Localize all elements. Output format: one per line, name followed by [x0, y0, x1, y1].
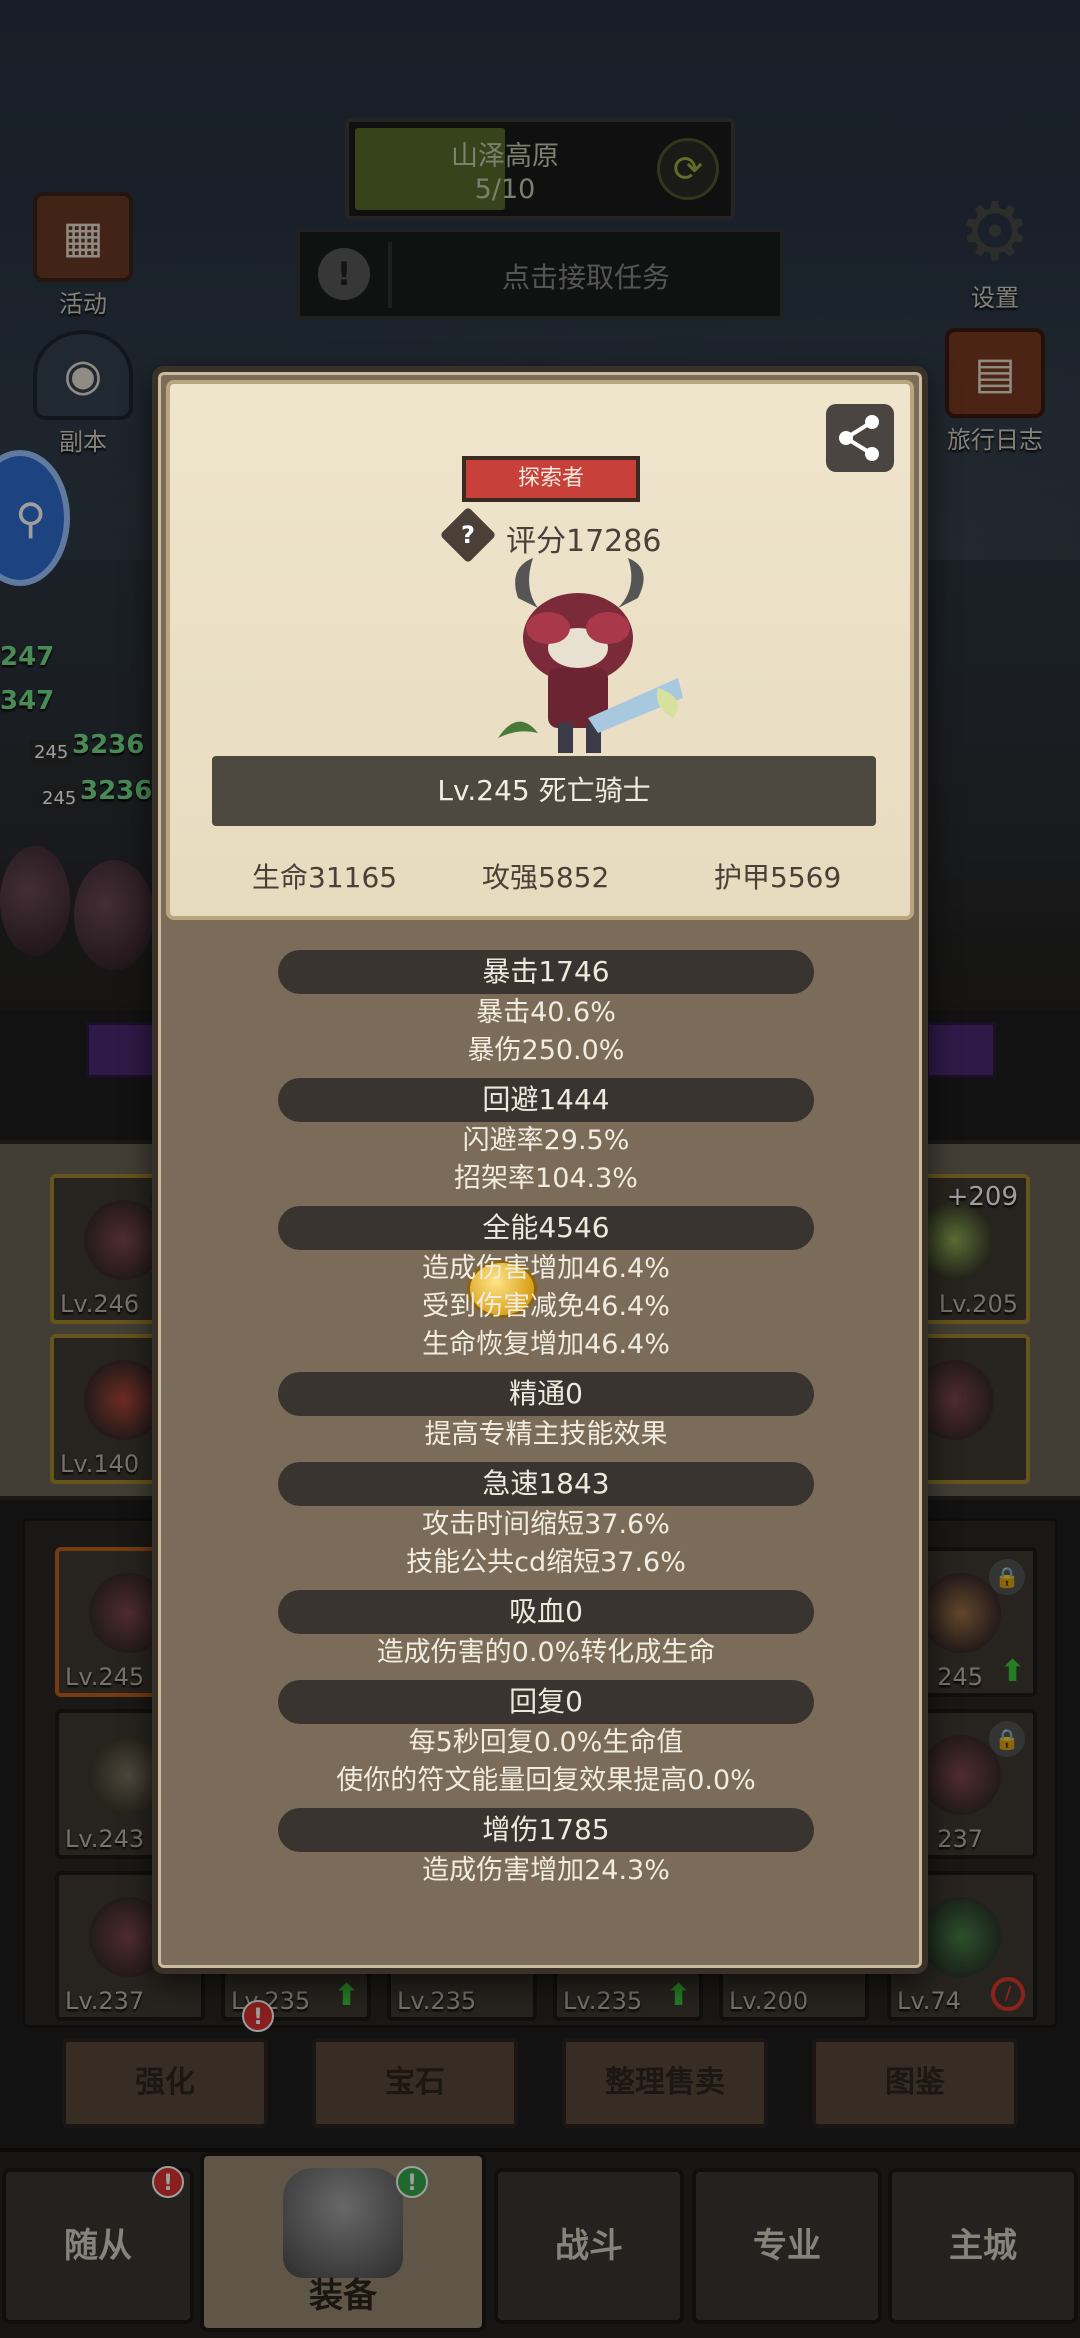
armor-stat: 护甲5569	[714, 861, 842, 894]
stat-group-header: 增伤1785	[278, 1808, 814, 1852]
stat-detail: 暴伤250.0%	[467, 1035, 625, 1066]
stat-list: 暴击1746 暴击40.6% 暴伤250.0% 回避1444 闪避率29.5% 招架率10…	[158, 942, 934, 1890]
hero-name: Lv.245 死亡骑士	[212, 756, 876, 826]
stat-group-header: 回避1444	[278, 1078, 814, 1122]
character-stats-modal: 探索者 ? 评分17286 Lv.245 死亡骑士 生命31165 攻强5852…	[152, 366, 928, 1974]
attack-stat: 攻强5852	[482, 861, 610, 894]
hp-stat: 生命31165	[252, 861, 398, 894]
character-card: 探索者 ? 评分17286 Lv.245 死亡骑士 生命31165 攻强5852…	[166, 380, 914, 920]
stat-detail: 生命恢复增加46.4%	[422, 1329, 670, 1360]
stat-detail: 造成伤害的0.0%转化成生命	[376, 1637, 716, 1668]
stat-detail: 暴击40.6%	[476, 997, 616, 1028]
stat-detail: 造成伤害增加24.3%	[422, 1855, 670, 1886]
help-icon[interactable]: ?	[439, 506, 497, 564]
stat-group-header: 全能4546	[278, 1206, 814, 1250]
stat-detail: 技能公共cd缩短37.6%	[406, 1547, 686, 1578]
score-text: 评分17286	[506, 524, 662, 559]
stat-detail: 提高专精主技能效果	[424, 1419, 668, 1450]
stat-group-header: 急速1843	[278, 1462, 814, 1506]
stat-detail: 使你的符文能量回复效果提高0.0%	[336, 1765, 756, 1796]
stat-detail: 攻击时间缩短37.6%	[422, 1509, 670, 1540]
stat-detail: 招架率104.3%	[454, 1163, 638, 1194]
class-tag: 探索者	[462, 456, 640, 502]
stat-group-header: 回复0	[278, 1680, 814, 1724]
stat-detail: 造成伤害增加46.4%	[422, 1253, 670, 1284]
stat-detail: 受到伤害减免46.4%	[422, 1291, 670, 1322]
stat-group-header: 精通0	[278, 1372, 814, 1416]
hero-avatar	[498, 558, 683, 753]
stat-detail: 闪避率29.5%	[462, 1125, 630, 1156]
stat-group-header: 暴击1746	[278, 950, 814, 994]
stat-detail: 每5秒回复0.0%生命值	[408, 1727, 684, 1758]
share-icon[interactable]	[826, 404, 894, 472]
stat-group-header: 吸血0	[278, 1590, 814, 1634]
